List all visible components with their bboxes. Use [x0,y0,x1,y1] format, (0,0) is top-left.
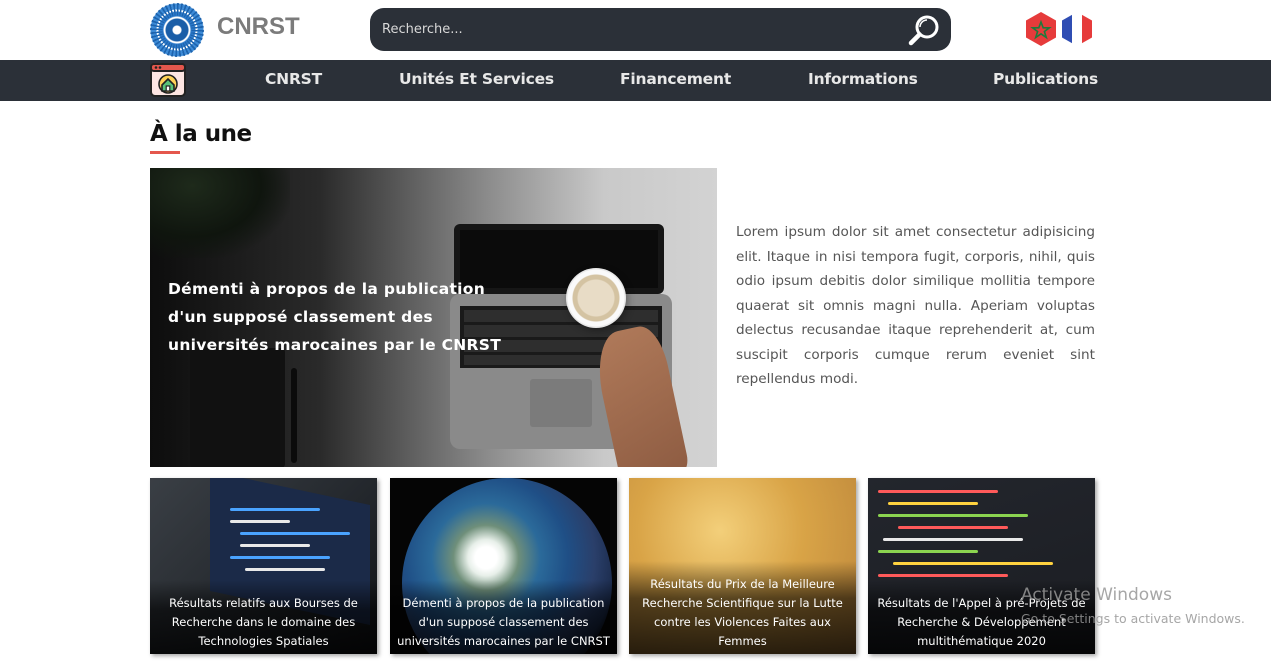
search-button[interactable] [907,12,943,48]
magnifier-icon [908,15,939,46]
france-flag-icon[interactable] [1060,11,1094,47]
nav-item-financement[interactable]: Financement [620,70,731,88]
card-caption: Résultats relatifs aux Bourses de Recher… [150,580,377,654]
cnrst-logo-icon[interactable] [150,3,204,57]
news-card[interactable]: Résultats de l'Appel à pré-Projets de Re… [868,478,1095,654]
news-card[interactable]: Résultats relatifs aux Bourses de Recher… [150,478,377,654]
section-title-underline [150,151,180,154]
search-bar [370,8,951,51]
nav-item-informations[interactable]: Informations [808,70,918,88]
featured-article[interactable]: Démenti à propos de la publication d'un … [150,168,717,467]
activate-windows-subtitle: Go to Settings to activate Windows. [1021,611,1245,626]
phone-decoration [190,348,285,467]
coffee-cup-decoration [566,268,626,328]
site-header: CNRST [0,0,1271,60]
nav-item-publications[interactable]: Publications [993,70,1098,88]
plant-decoration [150,168,290,258]
news-card[interactable]: Démenti à propos de la publication d'un … [390,478,617,654]
card-caption: Résultats du Prix de la Meilleure Recher… [629,561,856,654]
morocco-flag-icon[interactable] [1024,11,1058,47]
featured-caption[interactable]: Démenti à propos de la publication d'un … [168,275,528,359]
nav-item-cnrst[interactable]: CNRST [265,70,322,88]
brand-name[interactable]: CNRST [217,13,300,41]
pen-decoration [291,368,297,463]
search-input[interactable] [382,8,882,51]
main-nav: CNRST Unités Et Services Financement Inf… [0,60,1271,101]
news-card[interactable]: Résultats du Prix de la Meilleure Recher… [629,478,856,654]
activate-windows-title: Activate Windows [1021,585,1172,605]
card-caption: Démenti à propos de la publication d'un … [390,580,617,654]
home-icon [150,63,186,97]
home-button[interactable] [150,63,186,97]
featured-lead-text: Lorem ipsum dolor sit amet consectetur a… [736,224,1095,387]
section-title: À la une [150,121,252,147]
nav-item-unites-et-services[interactable]: Unités Et Services [399,70,554,88]
